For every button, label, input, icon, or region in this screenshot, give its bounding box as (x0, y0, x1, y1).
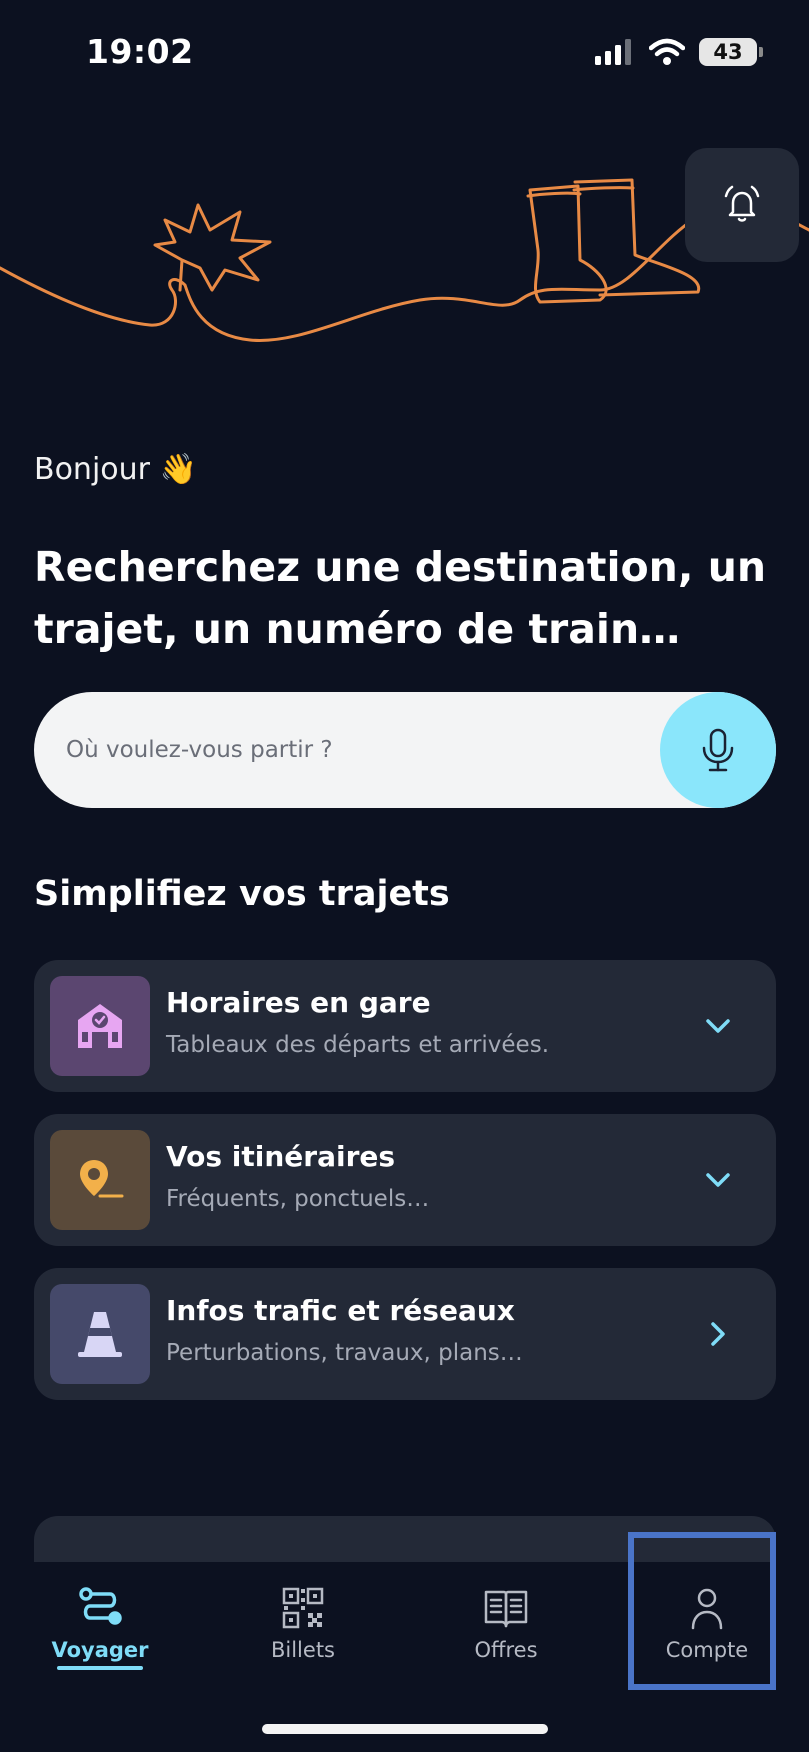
station-icon (50, 976, 150, 1076)
chevron-down-icon[interactable] (698, 1160, 738, 1200)
tab-voyager[interactable]: Voyager (30, 1586, 170, 1686)
tab-offres[interactable]: Offres (436, 1586, 576, 1686)
search-bar[interactable] (34, 692, 776, 808)
tab-label: Offres (474, 1638, 538, 1662)
location-pin-icon (50, 1130, 150, 1230)
card-subtitle: Perturbations, travaux, plans… (166, 1340, 523, 1366)
card-station-schedules[interactable]: Horaires en gare Tableaux des départs et… (34, 960, 776, 1092)
status-bar: 19:02 43 (0, 0, 809, 110)
qr-code-icon (282, 1587, 324, 1629)
card-itineraries[interactable]: Vos itinéraires Fréquents, ponctuels… (34, 1114, 776, 1246)
card-title: Vos itinéraires (166, 1140, 396, 1173)
chevron-right-icon[interactable] (698, 1314, 738, 1354)
chevron-down-icon[interactable] (698, 1006, 738, 1046)
status-icons: 43 (595, 38, 763, 66)
tab-billets[interactable]: Billets (233, 1586, 373, 1686)
home-indicator (262, 1724, 548, 1734)
active-tab-indicator (57, 1666, 143, 1670)
signal-icon (595, 39, 631, 65)
tab-label: Billets (270, 1638, 335, 1662)
section-title: Simplifiez vos trajets (34, 874, 450, 914)
tab-label: Voyager (51, 1638, 149, 1662)
microphone-icon (702, 728, 734, 772)
book-icon (484, 1590, 528, 1628)
highlight-box (628, 1532, 776, 1690)
card-traffic-info[interactable]: Infos trafic et réseaux Perturbations, t… (34, 1268, 776, 1400)
search-input[interactable] (66, 692, 666, 808)
card-subtitle: Fréquents, ponctuels… (166, 1186, 430, 1212)
bell-alert-icon (724, 185, 760, 222)
traffic-cone-icon (50, 1284, 150, 1384)
battery-icon: 43 (699, 38, 763, 66)
wave-emoji: 👋 (159, 452, 197, 487)
greeting-text: Bonjour (34, 452, 150, 487)
greeting: Bonjour 👋 (34, 452, 197, 487)
card-title: Infos trafic et réseaux (166, 1294, 515, 1327)
route-icon (79, 1587, 122, 1625)
voice-search-button[interactable] (660, 692, 776, 808)
page-headline: Recherchez une destination, un trajet, u… (34, 543, 767, 653)
status-time: 19:02 (86, 32, 194, 71)
card-subtitle: Tableaux des départs et arrivées. (166, 1032, 550, 1058)
wifi-icon (649, 38, 685, 65)
card-title: Horaires en gare (166, 986, 431, 1019)
notification-button[interactable] (685, 148, 799, 262)
